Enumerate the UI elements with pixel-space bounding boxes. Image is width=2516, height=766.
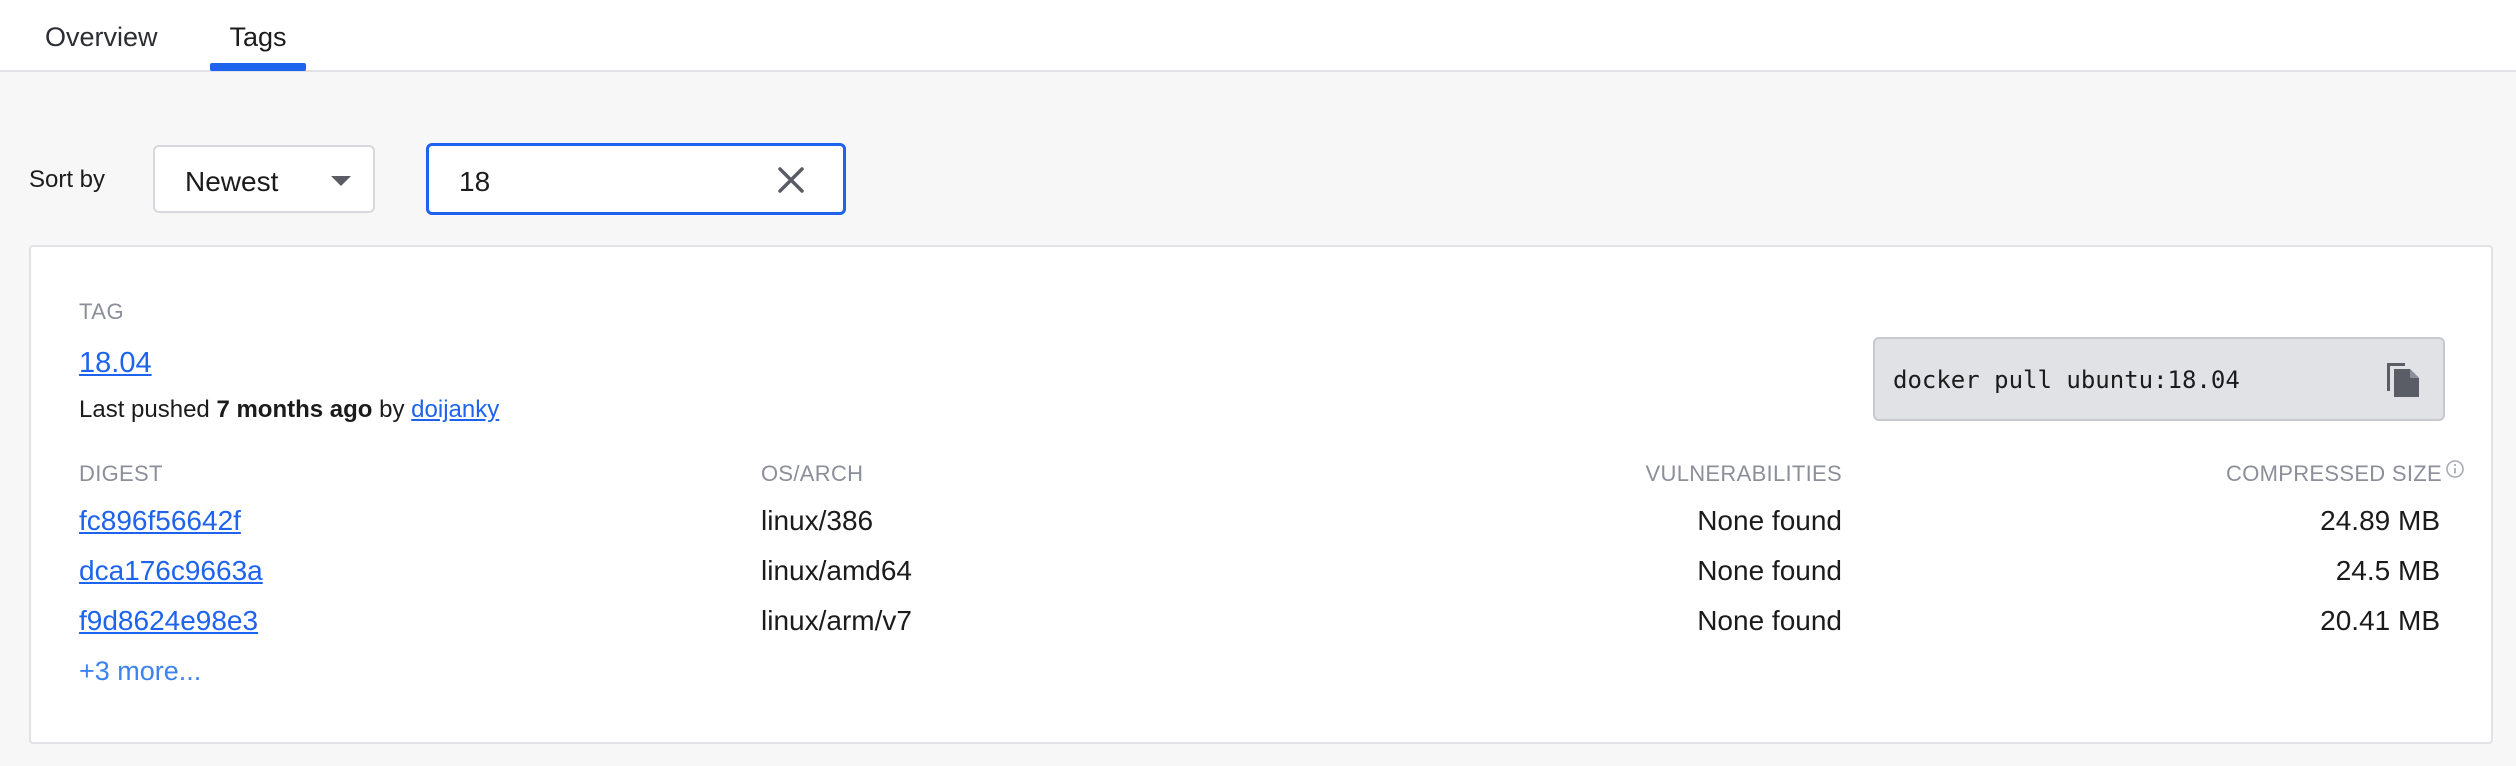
column-header-os-arch: OS/ARCH [761,461,864,486]
active-tab-indicator [210,63,306,71]
column-header-compressed-size: COMPRESSED SIZE [2226,461,2442,486]
digest-link[interactable]: dca176c9663a [79,555,263,587]
compressed-size-value: 24.89 MB [2320,505,2440,536]
vulnerabilities-value: None found [1697,505,1842,536]
tab-tags[interactable]: Tags [210,0,306,70]
column-header-vulnerabilities: VULNERABILITIES [1645,461,1842,486]
tag-section-label: TAG [79,299,125,324]
show-more-digests-link[interactable]: +3 more... [79,656,201,687]
pushed-by-user-link[interactable]: doijanky [411,396,499,423]
compressed-size-value: 24.5 MB [2335,555,2440,586]
digest-link[interactable]: f9d8624e98e3 [79,605,258,637]
pull-command-text: docker pull ubuntu:18.04 [1893,366,2240,394]
vulnerabilities-value: None found [1697,555,1842,586]
sort-dropdown[interactable]: Newest [153,145,375,213]
os-arch-value: linux/386 [761,505,874,536]
compressed-size-value: 20.41 MB [2320,605,2440,636]
sort-by-label: Sort by [29,166,106,193]
tag-name-link[interactable]: 18.04 [79,347,152,380]
column-header-digest: DIGEST [79,461,163,486]
table-row: dca176c9663a linux/amd64 None found 24.5… [31,555,2491,595]
sort-selected-value: Newest [185,166,279,197]
tag-search-input[interactable] [459,164,759,200]
tab-overview[interactable]: Overview [45,0,158,70]
tag-search-box [426,143,846,215]
digest-link[interactable]: fc896f56642f [79,505,241,537]
close-icon[interactable] [774,163,808,197]
copy-icon[interactable] [2381,357,2425,401]
last-pushed-info: Last pushed 7 months ago by doijanky [79,396,499,424]
tab-bar: Overview Tags [0,0,2516,72]
vulnerabilities-value: None found [1697,605,1842,636]
os-arch-value: linux/amd64 [761,555,912,586]
pushed-time: 7 months ago [216,396,373,423]
tag-card: TAG 18.04 Last pushed 7 months ago by do… [29,245,2493,744]
pushed-prefix: Last pushed [79,396,210,423]
pushed-by-word: by [379,396,405,423]
pull-command-box: docker pull ubuntu:18.04 [1873,337,2445,421]
os-arch-value: linux/arm/v7 [761,605,912,636]
info-icon[interactable] [2445,459,2465,479]
caret-down-icon [331,176,351,186]
table-row: fc896f56642f linux/386 None found 24.89 … [31,505,2491,545]
table-row: f9d8624e98e3 linux/arm/v7 None found 20.… [31,605,2491,645]
